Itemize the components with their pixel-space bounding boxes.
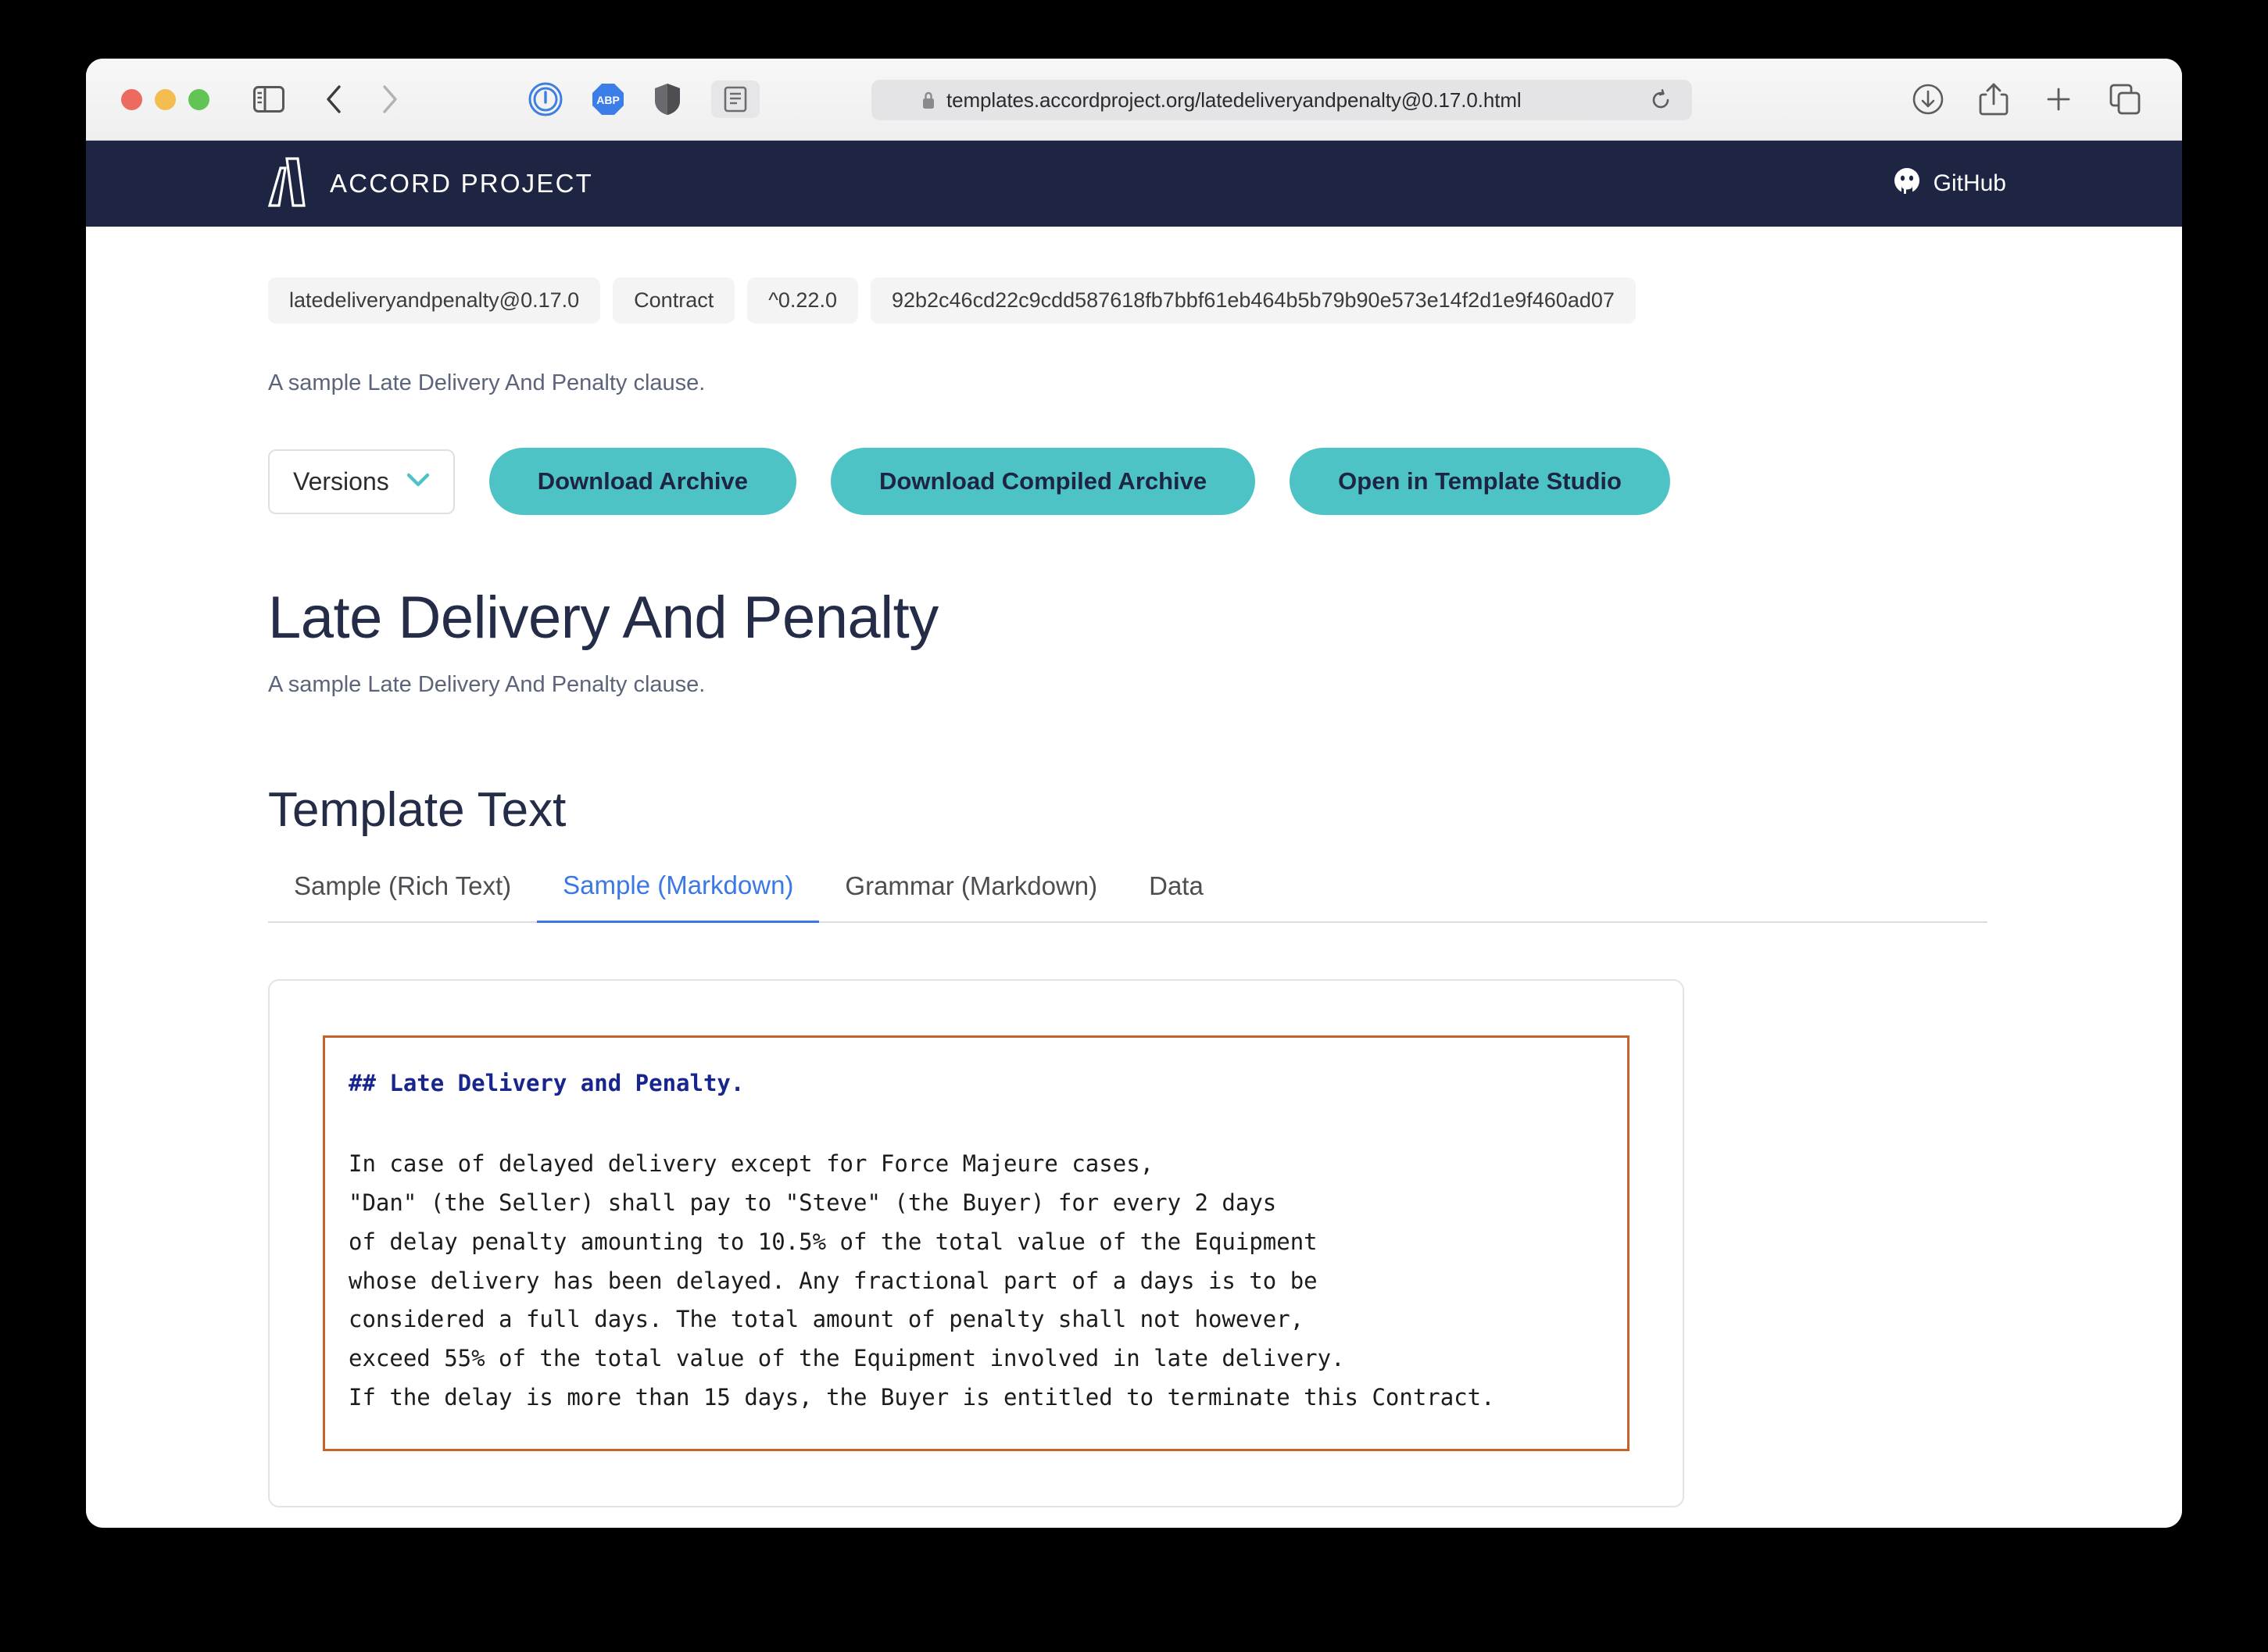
badge-ciceromark-version: ^0.22.0 <box>747 277 858 324</box>
versions-label: Versions <box>293 467 389 495</box>
address-bar[interactable]: templates.accordproject.org/latedelivery… <box>871 80 1692 120</box>
action-buttons: Versions Download Archive Download Compi… <box>268 448 2182 515</box>
badge-template-hash: 92b2c46cd22c9cdd587618fb7bbf61eb464b5b79… <box>870 277 1636 324</box>
share-icon[interactable] <box>1979 82 2009 116</box>
github-icon <box>1894 167 1920 200</box>
short-description: A sample Late Delivery And Penalty claus… <box>268 370 706 395</box>
page-content: latedeliveryandpenalty@0.17.0 Contract ^… <box>86 227 2182 1528</box>
minimize-window-button[interactable] <box>155 88 176 110</box>
github-link[interactable]: GitHub <box>1894 167 2006 200</box>
back-arrow-icon[interactable] <box>317 81 351 117</box>
browser-toolbar: ABP templates.accordproject.org/latedeli… <box>86 59 2182 141</box>
markdown-code-block: ## Late Delivery and Penalty. In case of… <box>323 1035 1629 1452</box>
download-compiled-archive-button[interactable]: Download Compiled Archive <box>831 448 1256 515</box>
brand-name: ACCORD PROJECT <box>330 169 593 198</box>
url-text: templates.accordproject.org/latedelivery… <box>946 88 1522 112</box>
reload-icon[interactable] <box>1650 89 1672 111</box>
page-title: Late Delivery And Penalty <box>268 585 939 651</box>
forward-arrow-icon <box>373 81 407 117</box>
adblock-plus-extension-icon[interactable]: ABP <box>591 82 625 116</box>
versions-dropdown[interactable]: Versions <box>268 449 455 514</box>
brand-logo-link[interactable]: ACCORD PROJECT <box>267 156 593 211</box>
new-tab-icon[interactable] <box>2043 84 2074 115</box>
tab-sample-rich-text[interactable]: Sample (Rich Text) <box>268 871 537 921</box>
github-label: GitHub <box>1933 170 2006 196</box>
close-window-button[interactable] <box>121 88 142 110</box>
1password-extension-icon[interactable] <box>528 82 563 116</box>
chevron-down-icon <box>406 473 430 491</box>
accord-project-logo-icon <box>267 156 309 211</box>
badge-template-type: Contract <box>613 277 735 324</box>
tab-data[interactable]: Data <box>1123 871 1229 921</box>
code-body: In case of delayed delivery except for F… <box>349 1150 1495 1411</box>
download-archive-button[interactable]: Download Archive <box>488 448 797 515</box>
svg-text:ABP: ABP <box>596 94 620 106</box>
browser-window: ABP templates.accordproject.org/latedeli… <box>86 59 2182 1528</box>
metadata-badges: latedeliveryandpenalty@0.17.0 Contract ^… <box>268 277 2182 324</box>
window-controls <box>121 88 209 110</box>
privacy-shield-icon[interactable] <box>653 82 681 116</box>
lock-icon <box>921 90 936 110</box>
reader-view-icon[interactable] <box>711 80 760 118</box>
tab-overview-icon[interactable] <box>2109 83 2141 116</box>
sidebar-icon[interactable] <box>251 81 287 117</box>
tab-sample-markdown[interactable]: Sample (Markdown) <box>537 871 820 923</box>
badge-template-name: latedeliveryandpenalty@0.17.0 <box>268 277 601 324</box>
open-in-template-studio-button[interactable]: Open in Template Studio <box>1290 448 1670 515</box>
downloads-icon[interactable] <box>1912 83 1944 116</box>
extension-icons: ABP <box>528 82 681 116</box>
section-title: Template Text <box>268 783 567 837</box>
tab-grammar-markdown[interactable]: Grammar (Markdown) <box>819 871 1123 921</box>
page-description: A sample Late Delivery And Penalty claus… <box>268 672 706 697</box>
site-header: ACCORD PROJECT GitHub <box>86 141 2182 227</box>
maximize-window-button[interactable] <box>188 88 209 110</box>
toolbar-right-icons <box>1912 82 2141 116</box>
template-text-card: ## Late Delivery and Penalty. In case of… <box>268 979 1684 1508</box>
template-text-tabs: Sample (Rich Text) Sample (Markdown) Gra… <box>268 871 1987 923</box>
code-heading: ## Late Delivery and Penalty. <box>349 1070 745 1096</box>
